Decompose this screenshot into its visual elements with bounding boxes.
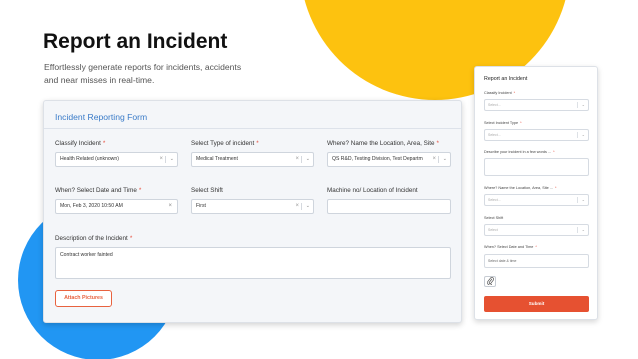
mobile-type-select[interactable]: Select... ⌄ [484, 129, 589, 141]
attach-pictures-button[interactable]: Attach Pictures [55, 290, 112, 307]
shift-select[interactable]: First × ⌄ [191, 199, 314, 214]
chevron-down-icon[interactable]: ⌄ [443, 153, 447, 166]
incident-type-value: Medical Treatment [196, 156, 238, 162]
description-label: Description of the Incident * [55, 235, 133, 242]
mobile-classify-label: Classify Incident * [484, 91, 516, 95]
description-textarea[interactable]: Contract worker fainted [55, 247, 451, 279]
mobile-location-label: Where? Name the Location, Area, Site ...… [484, 186, 557, 190]
datetime-input[interactable]: Mon, Feb 3, 2020 10:50 AM × [55, 199, 178, 214]
chevron-down-icon[interactable]: ⌄ [582, 130, 585, 140]
form-title: Incident Reporting Form [55, 112, 148, 122]
mobile-datetime-placeholder: Select date & time [488, 259, 517, 263]
chevron-down-icon[interactable]: ⌄ [582, 225, 585, 235]
select-divider [577, 132, 578, 138]
paperclip-icon[interactable] [484, 276, 496, 287]
location-value: QS R&D, Testing Division, Test Departm [332, 156, 423, 162]
description-value: Contract worker fainted [60, 252, 113, 258]
mobile-incident-form: Report an Incident Classify Incident * Se… [474, 66, 598, 320]
incident-type-label: Select Type of incident * [191, 140, 259, 147]
mobile-type-placeholder: Select... [488, 133, 501, 137]
mobile-shift-label: Select Shift [484, 216, 504, 220]
mobile-shift-select[interactable]: Select ⌄ [484, 224, 589, 236]
page-title: Report an Incident [43, 30, 228, 53]
incident-reporting-form: Incident Reporting Form Classify Inciden… [43, 100, 462, 323]
mobile-form-title: Report an Incident [484, 76, 528, 82]
paperclip-glyph [486, 277, 494, 286]
location-label: Where? Name the Location, Area, Site * [327, 140, 439, 147]
mobile-type-label: Select Incident Type * [484, 121, 522, 125]
clear-icon[interactable]: × [295, 153, 299, 166]
mobile-shift-placeholder: Select [488, 228, 498, 232]
chevron-down-icon[interactable]: ⌄ [306, 153, 310, 166]
machine-location-input[interactable] [327, 199, 451, 214]
shift-value: First [196, 203, 206, 209]
machine-location-label: Machine no/ Location of Incident [327, 187, 418, 194]
location-select[interactable]: QS R&D, Testing Division, Test Departm ×… [327, 152, 451, 167]
select-divider [577, 102, 578, 108]
mobile-classify-select[interactable]: Select... ⌄ [484, 99, 589, 111]
select-divider [577, 197, 578, 203]
mobile-location-select[interactable]: Select... ⌄ [484, 194, 589, 206]
mobile-datetime-label: When? Select Date and Time * [484, 245, 537, 249]
select-divider [301, 156, 302, 163]
select-divider [577, 227, 578, 233]
classify-incident-select[interactable]: Health Related (unknown) × ⌄ [55, 152, 178, 167]
clear-date-icon[interactable]: × [168, 200, 172, 213]
select-divider [165, 156, 166, 163]
classify-incident-label: Classify Incident * [55, 140, 106, 147]
clear-icon[interactable]: × [432, 153, 436, 166]
mobile-describe-label: Describe your incident in a few words ..… [484, 150, 555, 154]
select-divider [301, 203, 302, 210]
mobile-datetime-input[interactable]: Select date & time [484, 254, 589, 268]
title-divider [44, 128, 461, 129]
mobile-classify-placeholder: Select... [488, 103, 501, 107]
select-divider [438, 156, 439, 163]
mobile-location-placeholder: Select... [488, 198, 501, 202]
clear-icon[interactable]: × [159, 153, 163, 166]
classify-incident-value: Health Related (unknown) [60, 156, 119, 162]
chevron-down-icon[interactable]: ⌄ [582, 195, 585, 205]
datetime-label: When? Select Date and Time * [55, 187, 142, 194]
datetime-value: Mon, Feb 3, 2020 10:50 AM [60, 203, 123, 209]
shift-label: Select Shift [191, 187, 223, 194]
submit-button[interactable]: Submit [484, 296, 589, 312]
chevron-down-icon[interactable]: ⌄ [582, 100, 585, 110]
chevron-down-icon[interactable]: ⌄ [170, 153, 174, 166]
incident-type-select[interactable]: Medical Treatment × ⌄ [191, 152, 314, 167]
clear-icon[interactable]: × [295, 200, 299, 213]
mobile-describe-textarea[interactable] [484, 158, 589, 176]
page-subtitle: Effortlessly generate reports for incide… [44, 62, 242, 85]
chevron-down-icon[interactable]: ⌄ [306, 200, 310, 213]
